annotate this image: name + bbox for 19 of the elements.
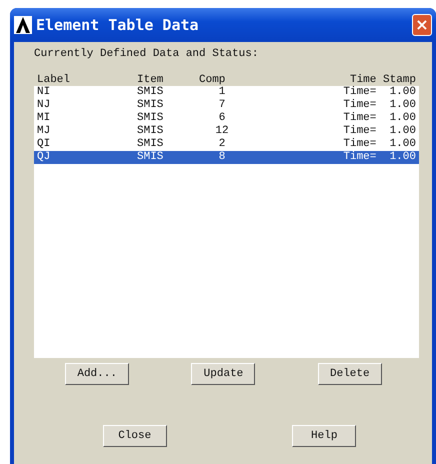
list-row[interactable]: MJ SMIS 12 Time= 1.00 [34, 125, 419, 138]
window-title: Element Table Data [36, 16, 200, 34]
action-button[interactable]: Delete [318, 363, 382, 385]
list-row[interactable]: QI SMIS 2 Time= 1.00 [34, 138, 419, 151]
column-header: Comp [199, 74, 226, 86]
list-row[interactable]: QJ SMIS 8 Time= 1.00 [34, 151, 419, 164]
list-row[interactable]: MI SMIS 6 Time= 1.00 [34, 112, 419, 125]
list-row[interactable]: NI SMIS 1 Time= 1.00 [34, 86, 419, 99]
list-row[interactable]: NJ SMIS 7 Time= 1.00 [34, 99, 419, 112]
column-header: Item [137, 74, 164, 86]
dialog-button[interactable]: Help [292, 425, 356, 447]
dialog-button[interactable]: Close [102, 425, 167, 447]
column-header: Time Stamp [348, 74, 416, 86]
app-logo-icon [14, 16, 32, 34]
section-caption: Currently Defined Data and Status: [34, 48, 260, 60]
action-button[interactable]: Add... [65, 363, 130, 385]
column-header: Label [37, 74, 72, 86]
close-button[interactable]: × [412, 14, 432, 36]
action-button[interactable]: Update [191, 363, 256, 385]
